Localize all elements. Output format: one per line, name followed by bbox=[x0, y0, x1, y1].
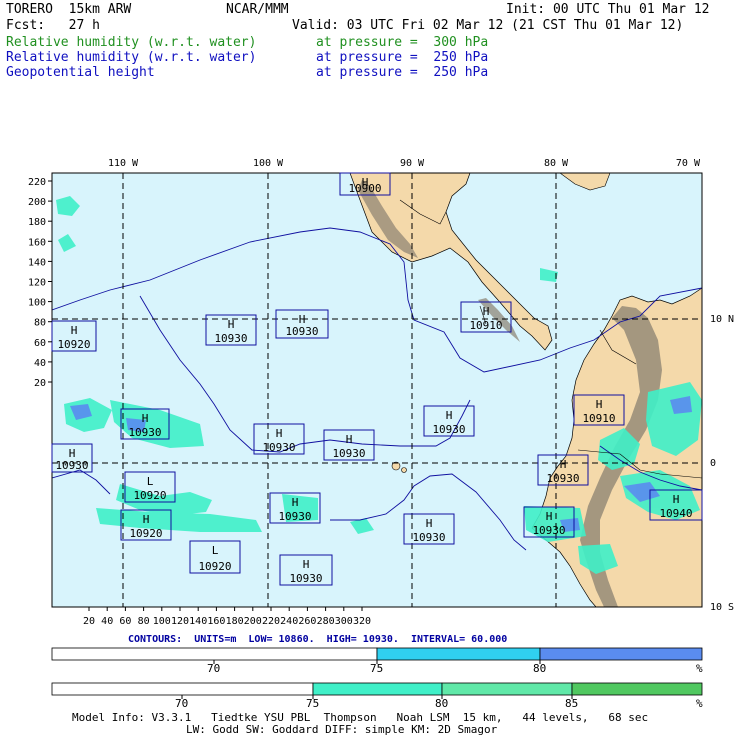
colorbar-250-label-70: 70 bbox=[207, 662, 221, 675]
colorbars bbox=[51, 647, 703, 699]
colorbar-300-label-80: 80 bbox=[435, 697, 449, 710]
colorbar-300-label-70: 70 bbox=[175, 697, 189, 710]
colorbar-300-label-pct: % bbox=[696, 697, 703, 710]
colorbar-250-label-75: 75 bbox=[370, 662, 384, 675]
colorbar-300-label-75: 75 bbox=[306, 697, 320, 710]
colorbar-250-label-pct: % bbox=[696, 662, 703, 675]
colorbar-250-label-80: 80 bbox=[533, 662, 547, 675]
footer-physics-info: LW: Godd SW: Goddard DIFF: simple KM: 2D… bbox=[186, 723, 498, 736]
colorbar-300 bbox=[51, 682, 703, 699]
colorbar-300-label-85: 85 bbox=[565, 697, 579, 710]
